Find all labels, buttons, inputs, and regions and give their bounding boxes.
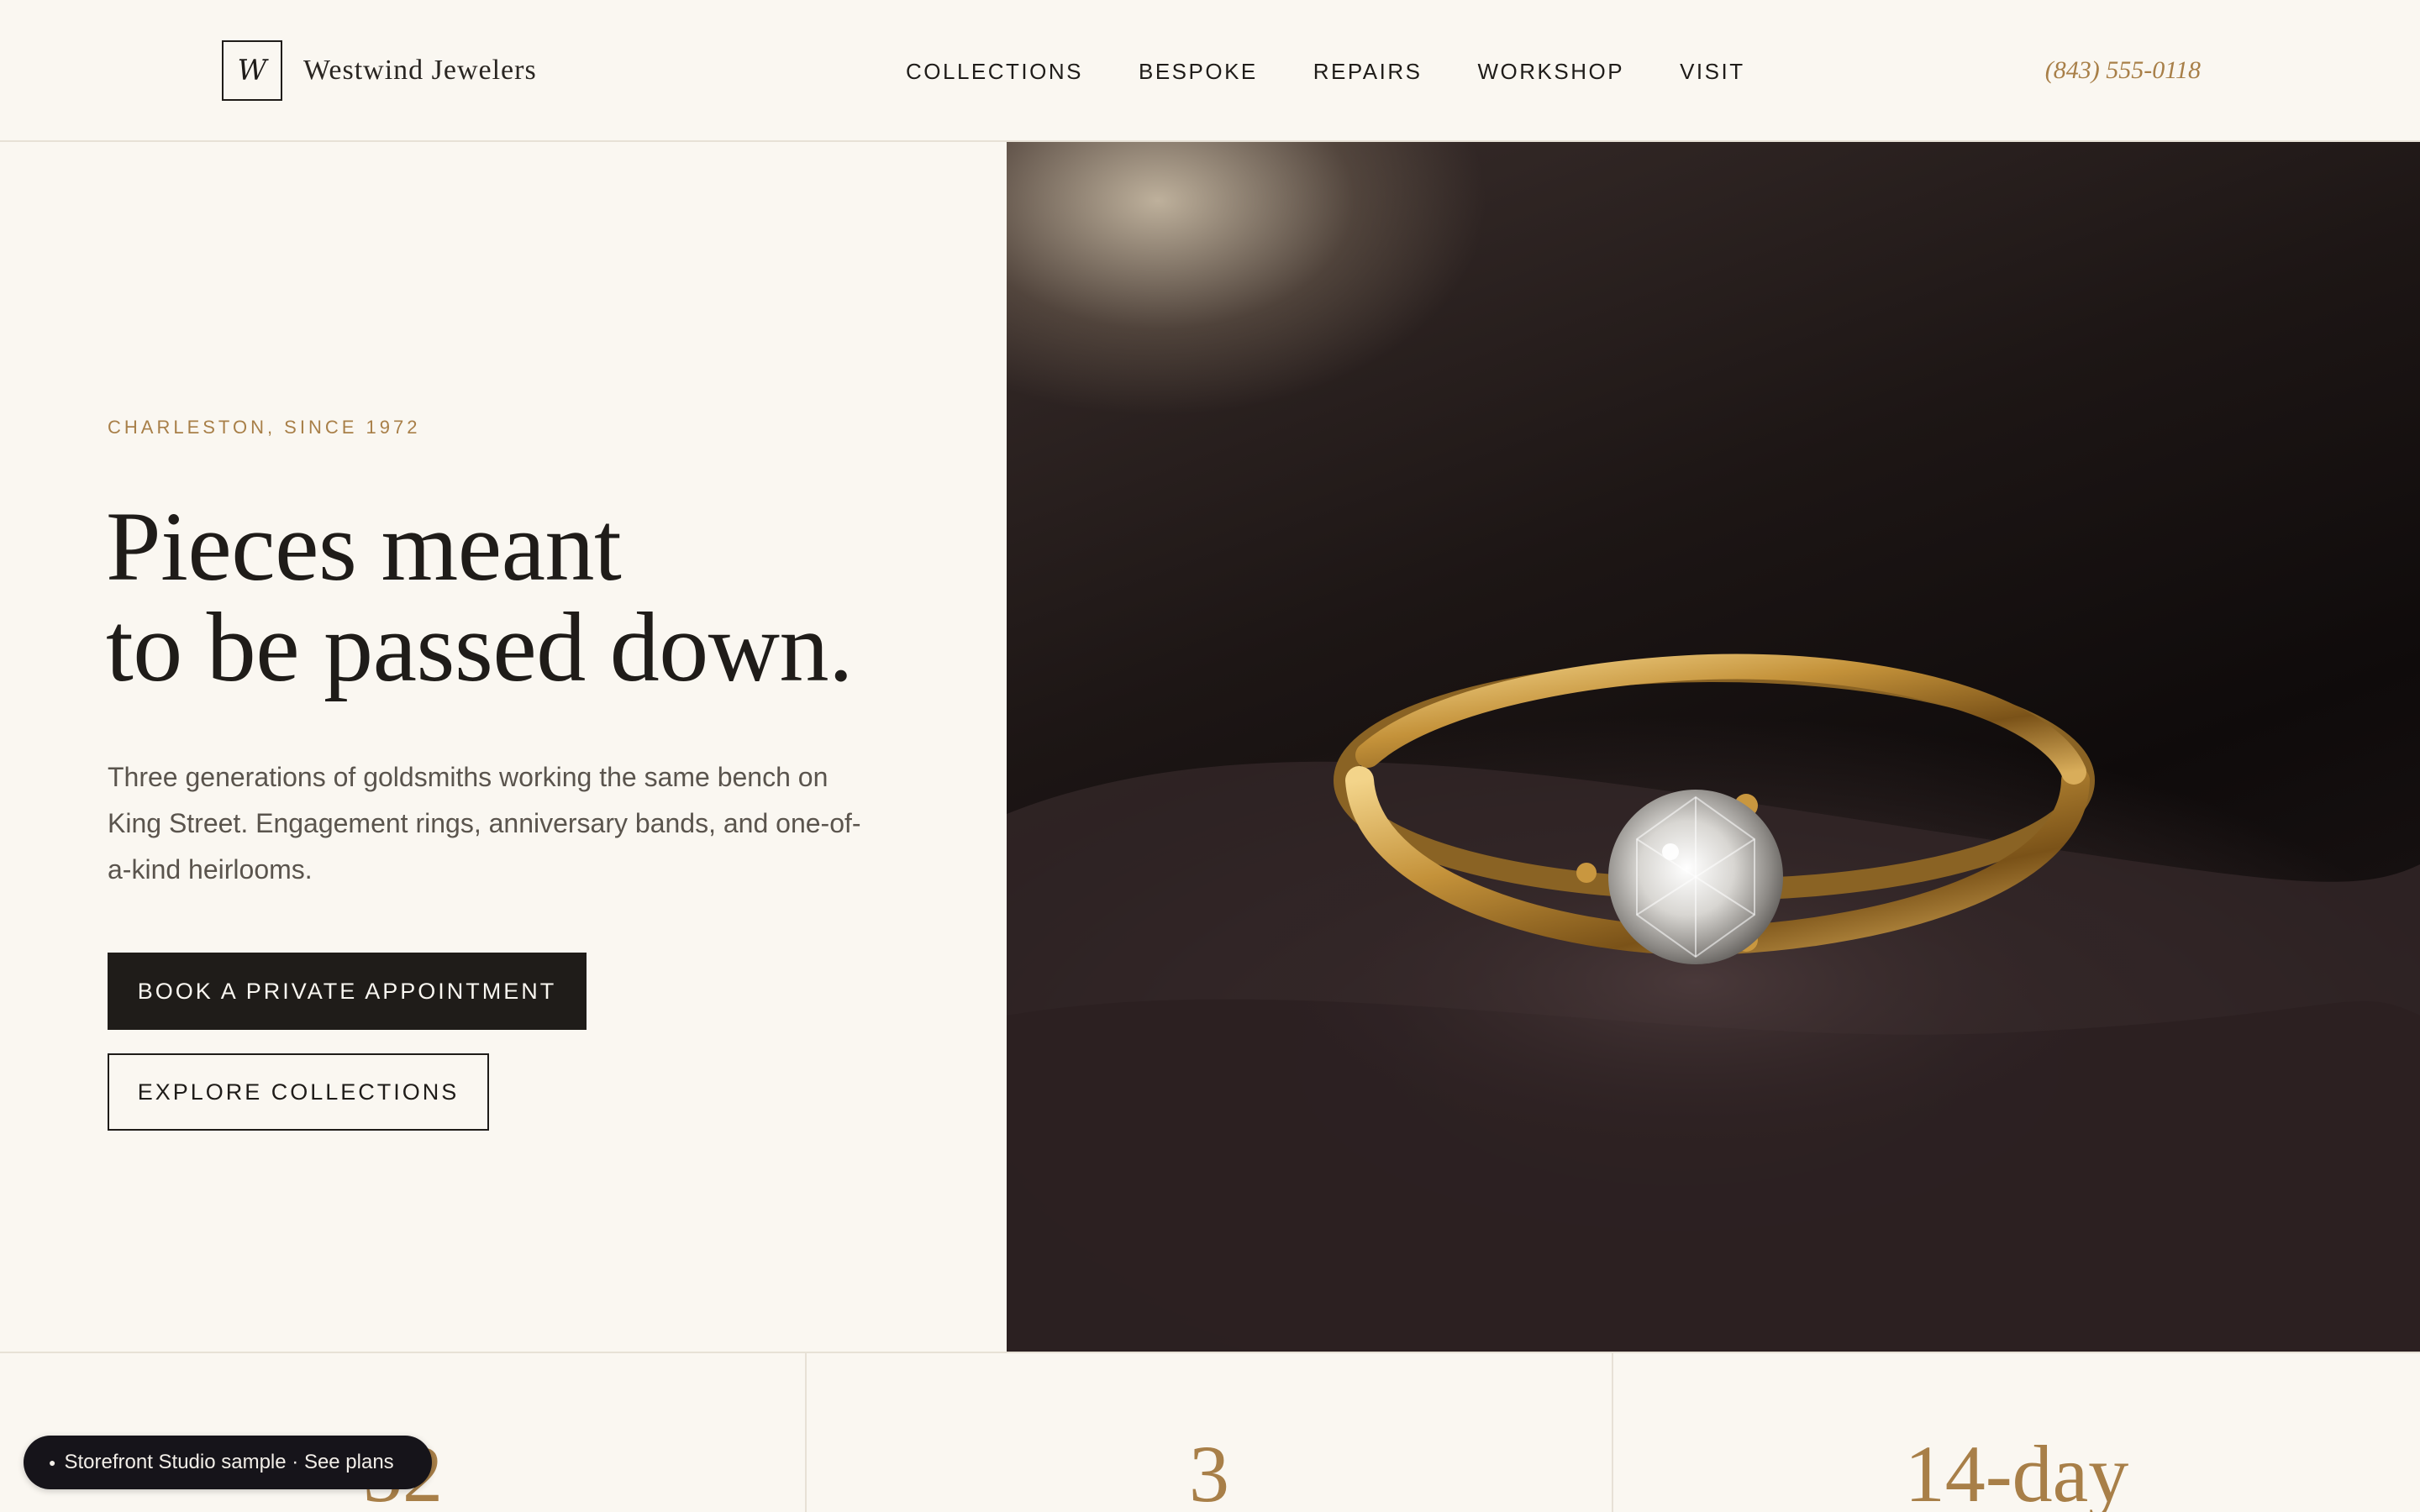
hero-headline: Pieces meant to be passed down. — [106, 496, 980, 698]
hero-headline-line-2: to be passed down. — [106, 592, 853, 702]
storefront-sample-badge[interactable]: ● Storefront Studio sample · See plans — [24, 1436, 432, 1489]
ring-illustration — [1007, 654, 2420, 1352]
site-header: W Westwind Jewelers COLLECTIONS BESPOKE … — [0, 0, 2420, 142]
stat-value: 14-day — [1904, 1429, 2129, 1512]
main-nav: COLLECTIONS BESPOKE REPAIRS WORKSHOP VIS… — [906, 55, 1745, 87]
hero-headline-line-1: Pieces meant — [106, 491, 622, 601]
phone-link[interactable]: (843) 555-0118 — [2045, 52, 2201, 89]
hero-content: CHARLESTON, SINCE 1972 Pieces meant to b… — [0, 144, 1007, 1352]
hero-eyebrow: CHARLESTON, SINCE 1972 — [108, 417, 421, 438]
nav-item-collections[interactable]: COLLECTIONS — [906, 55, 1083, 87]
book-appointment-button[interactable]: BOOK A PRIVATE APPOINTMENT — [108, 953, 587, 1030]
brand-name: Westwind Jewelers — [303, 55, 537, 86]
badge-text: Storefront Studio sample · See plans — [64, 1451, 394, 1473]
hero-description: Three generations of goldsmiths working … — [108, 762, 861, 885]
stat-value: 3 — [1189, 1429, 1229, 1512]
nav-item-bespoke[interactable]: BESPOKE — [1139, 55, 1258, 87]
nav-item-visit[interactable]: VISIT — [1680, 55, 1745, 87]
explore-collections-button[interactable]: EXPLORE COLLECTIONS — [108, 1053, 489, 1131]
stat-item: 3 — [807, 1353, 1613, 1512]
nav-item-repairs[interactable]: REPAIRS — [1313, 55, 1423, 87]
nav-item-workshop[interactable]: WORKSHOP — [1478, 55, 1625, 87]
brand-logo[interactable]: W Westwind Jewelers — [222, 39, 537, 102]
stat-item: 14-day — [1613, 1353, 2420, 1512]
hero-ring-image — [1007, 142, 2420, 1352]
badge-dot-icon: ● — [49, 1456, 56, 1469]
logo-monogram: W — [222, 40, 282, 101]
